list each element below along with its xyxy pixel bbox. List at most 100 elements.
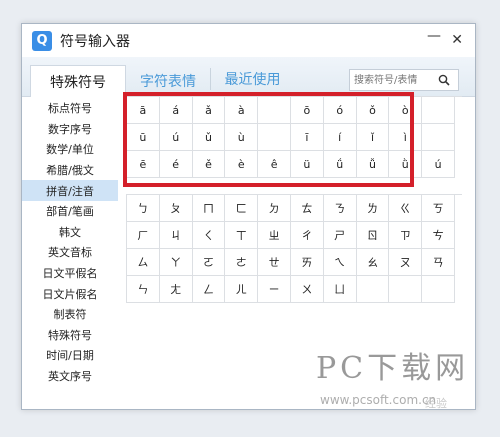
symbol-cell[interactable]: ㄍ (389, 195, 423, 222)
symbol-cell[interactable]: ü (290, 151, 324, 178)
search-icon[interactable] (434, 70, 454, 90)
symbol-cell (258, 97, 291, 124)
sidebar-item[interactable]: 拼音/注音 (22, 180, 118, 201)
symbol-cell[interactable]: ㄣ (127, 276, 160, 303)
symbol-cell[interactable]: ㄈ (225, 195, 259, 222)
symbol-cell[interactable]: ㄏ (127, 222, 160, 249)
symbol-cell[interactable]: ㄦ (225, 276, 259, 303)
symbol-cell[interactable]: ō (290, 97, 324, 124)
symbol-cell[interactable]: ǐ (356, 124, 390, 151)
minimize-button[interactable]: — (427, 28, 441, 44)
symbol-cell[interactable]: ㄇ (192, 195, 226, 222)
symbol-cell[interactable]: ㄟ (323, 249, 357, 276)
tab-emoticons[interactable]: 字符表情 (126, 66, 210, 96)
symbol-cell[interactable]: à (225, 97, 259, 124)
symbol-cell[interactable]: ě (192, 151, 226, 178)
sidebar-item[interactable]: 日文平假名 (22, 263, 118, 284)
search-box (349, 69, 459, 91)
symbol-cell[interactable]: ㄞ (290, 249, 324, 276)
symbol-cell[interactable]: ǔ (192, 124, 226, 151)
symbol-cell[interactable]: ㄌ (356, 195, 390, 222)
symbol-cell[interactable]: è (225, 151, 259, 178)
category-sidebar: 标点符号 数字序号 数学/单位 希腊/俄文 拼音/注音 部首/笔画 韩文 英文音标 日文平假名日… (22, 98, 118, 386)
symbol-cell[interactable]: ㄘ (422, 222, 455, 249)
sidebar-item[interactable]: 时间/日期 (22, 345, 118, 366)
sidebar-item[interactable]: 英文音标 (22, 242, 118, 263)
sidebar-item[interactable]: 数学/单位 (22, 139, 118, 160)
symbol-cell[interactable]: í (323, 124, 357, 151)
symbol-cell[interactable]: ㄅ (127, 195, 160, 222)
symbol-cell[interactable]: ㄉ (258, 195, 291, 222)
symbol-cell[interactable]: ㄨ (290, 276, 324, 303)
symbol-cell[interactable]: ㄚ (159, 249, 193, 276)
sidebar-item[interactable]: 日文片假名 (22, 283, 118, 304)
watermark-url: www.pcsoft.com.cn (320, 393, 437, 407)
symbol-cell[interactable]: ê (258, 151, 291, 178)
watermark-corner: 经验 (425, 397, 447, 410)
symbol-cell[interactable]: ㄕ (323, 222, 357, 249)
symbol-cell[interactable]: ǎ (192, 97, 226, 124)
zhuyin-grid: ㄅㄆㄇㄈㄉㄊㄋㄌㄍㄎㄏㄐㄑㄒㄓㄔㄕㄖㄗㄘㄙㄚㄛㄜㄝㄞㄟㄠㄡㄢㄣㄤㄥㄦㄧㄨㄩ (126, 194, 462, 303)
symbol-grid-area: āáǎàōóǒòūúǔùīíǐìēéěèêüǘǚǜú ㄅㄆㄇㄈㄉㄊㄋㄌㄍㄎㄏㄐㄑ… (123, 92, 462, 303)
symbol-cell[interactable]: ㄔ (290, 222, 324, 249)
symbol-cell[interactable]: ㄐ (159, 222, 193, 249)
window-title: 符号输入器 (60, 33, 130, 50)
symbol-cell[interactable]: ē (127, 151, 160, 178)
symbol-cell[interactable]: ㄓ (258, 222, 291, 249)
watermark-text: PC下载网 (316, 351, 470, 386)
symbol-cell[interactable]: ㄒ (225, 222, 259, 249)
symbol-cell[interactable]: ǒ (356, 97, 390, 124)
symbol-cell[interactable]: ㄜ (225, 249, 259, 276)
symbol-cell (356, 276, 390, 303)
symbol-cell[interactable]: ā (127, 97, 160, 124)
symbol-cell (422, 97, 455, 124)
close-button[interactable]: ✕ (451, 32, 463, 48)
symbol-cell[interactable]: ㄗ (389, 222, 423, 249)
title-bar: Q 符号输入器 — ✕ (22, 24, 475, 57)
symbol-cell[interactable]: ū (127, 124, 160, 151)
symbol-cell[interactable]: ㄤ (159, 276, 193, 303)
symbol-cell[interactable]: ú (422, 151, 455, 178)
tab-bar: 特殊符号 字符表情 最近使用 (22, 57, 475, 97)
symbol-cell[interactable]: ǚ (356, 151, 390, 178)
symbol-cell[interactable]: ㄑ (192, 222, 226, 249)
symbol-cell[interactable]: ㄖ (356, 222, 390, 249)
tab-special-symbols[interactable]: 特殊符号 (30, 65, 126, 97)
symbol-cell[interactable]: ㄋ (323, 195, 357, 222)
symbol-cell[interactable]: ㄢ (422, 249, 455, 276)
symbol-cell[interactable]: é (159, 151, 193, 178)
symbol-cell[interactable]: ㄠ (356, 249, 390, 276)
sidebar-item[interactable]: 数字序号 (22, 119, 118, 140)
symbol-cell[interactable]: ㄊ (290, 195, 324, 222)
sidebar-item[interactable]: 部首/笔画 (22, 201, 118, 222)
sidebar-item[interactable]: 制表符 (22, 304, 118, 325)
sidebar-item[interactable]: 英文序号 (22, 366, 118, 387)
symbol-cell (389, 276, 423, 303)
symbol-cell[interactable]: ㄝ (258, 249, 291, 276)
symbol-cell[interactable]: ㄥ (192, 276, 226, 303)
sidebar-item[interactable]: 标点符号 (22, 98, 118, 119)
symbol-cell[interactable]: ī (290, 124, 324, 151)
sidebar-item[interactable]: 韩文 (22, 222, 118, 243)
sidebar-item[interactable]: 希腊/俄文 (22, 160, 118, 181)
symbol-cell[interactable]: ㄧ (258, 276, 291, 303)
symbol-cell[interactable]: ㄛ (192, 249, 226, 276)
symbol-cell[interactable]: ú (159, 124, 193, 151)
symbol-cell[interactable]: ù (225, 124, 259, 151)
sidebar-item[interactable]: 特殊符号 (22, 325, 118, 346)
symbol-cell[interactable]: ㄙ (127, 249, 160, 276)
symbol-cell[interactable]: ㄆ (159, 195, 193, 222)
symbol-cell[interactable]: ǘ (323, 151, 357, 178)
symbol-cell (258, 124, 291, 151)
symbol-cell[interactable]: ì (389, 124, 423, 151)
tab-recent[interactable]: 最近使用 (210, 68, 294, 90)
symbol-cell[interactable]: ò (389, 97, 423, 124)
app-logo-icon: Q (32, 30, 52, 51)
symbol-cell[interactable]: ǜ (389, 151, 423, 178)
symbol-cell[interactable]: á (159, 97, 193, 124)
search-input[interactable] (350, 70, 434, 90)
symbol-cell[interactable]: ㄩ (323, 276, 357, 303)
symbol-cell[interactable]: ㄡ (389, 249, 423, 276)
symbol-cell[interactable]: ó (323, 97, 357, 124)
symbol-cell[interactable]: ㄎ (422, 195, 455, 222)
